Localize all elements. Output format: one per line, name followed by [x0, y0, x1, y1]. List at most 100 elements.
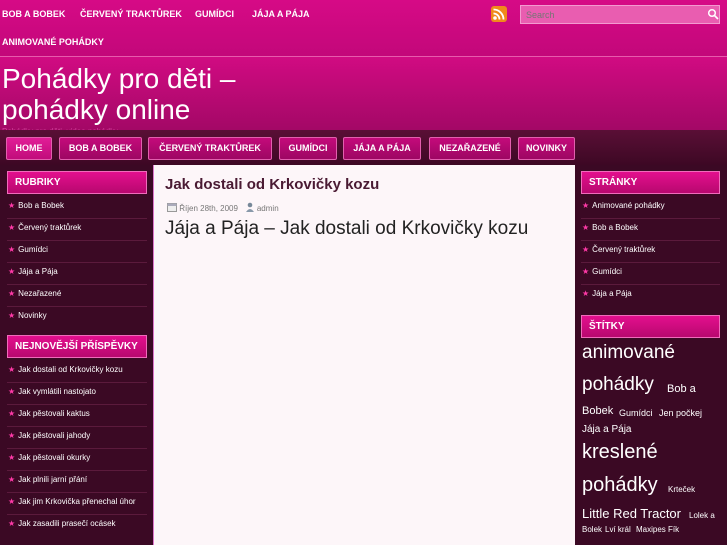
divider	[581, 262, 720, 263]
rubriky-item[interactable]: ★ Gumídci	[8, 245, 48, 254]
divider	[7, 284, 147, 285]
tag-bob-a[interactable]: Bob a	[667, 383, 696, 395]
star-icon: ★	[8, 201, 16, 210]
tag-kreslene[interactable]: kreslené	[582, 441, 658, 464]
star-icon: ★	[582, 289, 590, 298]
recent-posts-title: NEJNOVĚJŠÍ PŘÍSPĚVKY	[7, 335, 147, 358]
stranky-title: STRÁNKY	[581, 171, 720, 194]
post-author[interactable]: admin	[257, 204, 279, 213]
top-menu-cerveny-tracturek[interactable]: ČERVENÝ TRAKTŮREK	[80, 9, 182, 19]
star-icon: ★	[8, 431, 16, 440]
top-bar: BOB A BOBEK ČERVENÝ TRAKTŮREK GUMÍDCI JÁ…	[0, 0, 727, 57]
star-icon: ★	[8, 453, 16, 462]
nav-home[interactable]: HOME	[6, 137, 52, 160]
star-icon: ★	[582, 201, 590, 210]
search-icon[interactable]	[707, 8, 719, 20]
star-icon: ★	[8, 245, 16, 254]
tag-animovane[interactable]: animované	[582, 342, 675, 364]
nav-gumidci[interactable]: GUMÍDCI	[279, 137, 337, 160]
tag-bolek[interactable]: Bolek	[582, 525, 602, 534]
tag-jen-pockej[interactable]: Jen počkej	[659, 408, 702, 418]
recent-post-item[interactable]: ★ Jak vymlátili nastojato	[8, 387, 96, 396]
star-icon: ★	[582, 223, 590, 232]
divider	[7, 262, 147, 263]
star-icon: ★	[582, 245, 590, 254]
tag-jaja-a-paja[interactable]: Jája a Pája	[582, 424, 631, 435]
stranky-item[interactable]: ★ Gumídci	[582, 267, 622, 276]
post-date: Říjen 28th, 2009	[179, 204, 238, 213]
rss-icon[interactable]	[491, 6, 507, 22]
star-icon: ★	[8, 475, 16, 484]
rubriky-item[interactable]: ★ Jája a Pája	[8, 267, 58, 276]
rubriky-item[interactable]: ★ Novinky	[8, 311, 47, 320]
divider	[7, 492, 147, 493]
site-title[interactable]: Pohádky pro děti – pohádky online	[2, 63, 322, 125]
divider	[7, 240, 147, 241]
top-menu-gumidci[interactable]: GUMÍDCI	[195, 9, 234, 19]
star-icon: ★	[8, 289, 16, 298]
divider	[7, 218, 147, 219]
site-header: Pohádky pro děti – pohádky online Pohádk…	[0, 57, 727, 136]
recent-post-item[interactable]: ★ Jak pěstovali jahody	[8, 431, 90, 440]
star-icon: ★	[8, 311, 16, 320]
main-content: Jak dostali od Krkovičky kozu Říjen 28th…	[153, 165, 575, 545]
divider	[581, 284, 720, 285]
nav-jaja-a-paja[interactable]: JÁJA A PÁJA	[343, 137, 421, 160]
left-sidebar: RUBRIKY ★ Bob a Bobek ★ Červený traktůrek …	[0, 165, 153, 545]
rubriky-item[interactable]: ★ Červený traktůrek	[8, 223, 81, 232]
divider	[581, 240, 720, 241]
recent-post-item[interactable]: ★ Jak dostali od Krkovičky kozu	[8, 365, 123, 374]
stranky-item[interactable]: ★ Jája a Pája	[582, 289, 632, 298]
recent-post-item[interactable]: ★ Jak zasadili prasečí ocásek	[8, 519, 116, 528]
tag-kreslene-pohadky[interactable]: pohádky	[582, 474, 658, 497]
stranky-item[interactable]: ★ Bob a Bobek	[582, 223, 638, 232]
tag-bobek[interactable]: Bobek	[582, 405, 613, 417]
search-input[interactable]	[520, 5, 720, 24]
post-body: Jája a Pája – Jak dostali od Krkovičky k…	[165, 218, 529, 239]
star-icon: ★	[8, 409, 16, 418]
recent-post-item[interactable]: ★ Jak pěstovali okurky	[8, 453, 90, 462]
post-meta: Říjen 28th, 2009 admin	[167, 202, 279, 213]
tag-gumidci[interactable]: Gumídci	[619, 408, 653, 418]
top-menu-animovane-pohadky[interactable]: ANIMOVANÉ POHÁDKY	[2, 37, 104, 47]
divider	[7, 470, 147, 471]
divider	[7, 306, 147, 307]
divider	[7, 448, 147, 449]
tag-lvi-kral[interactable]: Lví král	[605, 525, 631, 534]
divider	[7, 382, 147, 383]
tag-little-red-tractor[interactable]: Little Red Tractor	[582, 506, 681, 521]
stranky-item[interactable]: ★ Animované pohádky	[582, 201, 665, 210]
tag-pohadky[interactable]: pohádky	[582, 374, 654, 396]
stitky-title: ŠTÍTKY	[581, 315, 720, 338]
nav-novinky[interactable]: NOVINKY	[518, 137, 575, 160]
calendar-icon	[167, 203, 177, 212]
rubriky-item[interactable]: ★ Bob a Bobek	[8, 201, 64, 210]
rubriky-title: RUBRIKY	[7, 171, 147, 194]
tag-krtecek[interactable]: Krteček	[668, 485, 695, 494]
star-icon: ★	[582, 267, 590, 276]
recent-post-item[interactable]: ★ Jak pěstovali kaktus	[8, 409, 90, 418]
nav-nezarazene[interactable]: NEZAŘAZENÉ	[429, 137, 511, 160]
tag-lolek-a[interactable]: Lolek a	[689, 511, 715, 520]
nav-bob-a-bobek[interactable]: BOB A BOBEK	[59, 137, 142, 160]
rubriky-item[interactable]: ★ Nezařazené	[8, 289, 61, 298]
star-icon: ★	[8, 223, 16, 232]
stranky-item[interactable]: ★ Červený traktůrek	[582, 245, 655, 254]
tag-maxipes-fik[interactable]: Maxipes Fík	[636, 525, 679, 534]
user-icon	[245, 202, 254, 212]
divider	[581, 218, 720, 219]
top-menu-bob-a-bobek[interactable]: BOB A BOBEK	[2, 9, 65, 19]
post-title[interactable]: Jak dostali od Krkovičky kozu	[165, 176, 379, 193]
divider	[7, 514, 147, 515]
right-sidebar: STRÁNKY ★ Animované pohádky ★ Bob a Bobek …	[575, 165, 727, 545]
recent-post-item[interactable]: ★ Jak plnili jarní přání	[8, 475, 87, 484]
main-navigation: HOME BOB A BOBEK ČERVENÝ TRAKTŮREK GUMÍD…	[0, 130, 727, 165]
star-icon: ★	[8, 387, 16, 396]
recent-post-item[interactable]: ★ Jak jim Krkovička přenechal úhor	[8, 497, 136, 506]
star-icon: ★	[8, 365, 16, 374]
divider	[7, 404, 147, 405]
divider	[7, 426, 147, 427]
star-icon: ★	[8, 267, 16, 276]
nav-cerveny-tracturek[interactable]: ČERVENÝ TRAKTŮREK	[148, 137, 272, 160]
top-menu-jaja-a-paja[interactable]: JÁJA A PÁJA	[252, 9, 310, 19]
